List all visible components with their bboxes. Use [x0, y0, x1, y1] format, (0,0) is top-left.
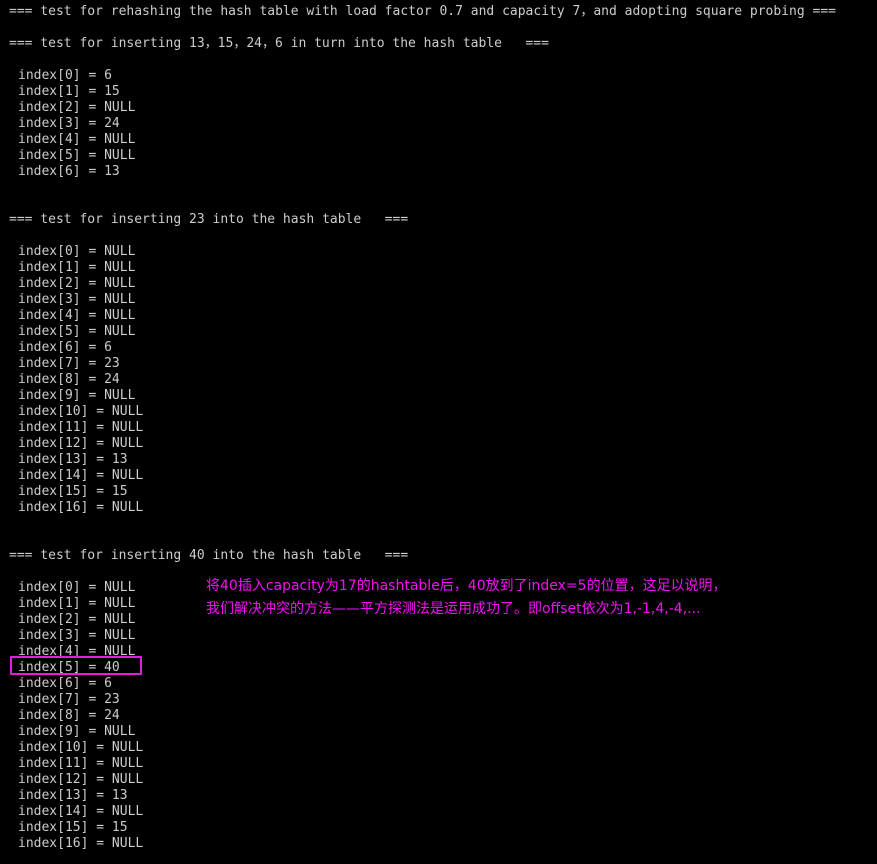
index-entry: index[13] = 13: [18, 788, 128, 803]
section-header-rehash: === test for rehashing the hash table wi…: [9, 4, 836, 19]
index-entry: index[14] = NULL: [18, 804, 144, 819]
index-entry: index[11] = NULL: [18, 420, 144, 435]
index-entry: index[7] = 23: [18, 692, 120, 707]
hash-table-dump-after-23: index[0] = NULL index[1] = NULL index[2] =…: [18, 244, 143, 516]
index-entry: index[10] = NULL: [18, 404, 144, 419]
index-entry: index[6] = 6: [18, 676, 112, 691]
index-entry: index[4] = NULL: [18, 308, 136, 323]
index-entry: index[5] = NULL: [18, 324, 136, 339]
annotation-line-2: 我们解决冲突的方法——平方探测法是运用成功了。即offset依次为1,-1,4,…: [206, 601, 701, 617]
index-entry: index[9] = NULL: [18, 724, 136, 739]
index-entry: index[3] = NULL: [18, 628, 136, 643]
index-entry: index[16] = NULL: [18, 836, 144, 851]
index-entry: index[0] = NULL: [18, 244, 136, 259]
index-entry: index[3] = 24: [18, 116, 120, 131]
index-entry: index[8] = 24: [18, 372, 120, 387]
index-entry: index[1] = NULL: [18, 596, 136, 611]
index-entry: index[10] = NULL: [18, 740, 144, 755]
index-entry: index[5] = NULL: [18, 148, 136, 163]
index-entry: index[15] = 15: [18, 484, 128, 499]
index-entry: index[12] = NULL: [18, 436, 144, 451]
index-entry: index[6] = 13: [18, 164, 120, 179]
index-entry: index[15] = 15: [18, 820, 128, 835]
index-entry: index[8] = 24: [18, 708, 120, 723]
section-header-insert-23: === test for inserting 23 into the hash …: [9, 212, 409, 227]
index-entry: index[1] = 15: [18, 84, 120, 99]
index-entry: index[14] = NULL: [18, 468, 144, 483]
index-entry: index[4] = NULL: [18, 644, 136, 659]
index-entry: index[6] = 6: [18, 340, 112, 355]
index-entry: index[2] = NULL: [18, 612, 136, 627]
index-entry: index[16] = NULL: [18, 500, 144, 515]
index-entry: index[0] = 6: [18, 68, 112, 83]
index-entry: index[5] = 40: [18, 660, 120, 675]
index-entry: index[1] = NULL: [18, 260, 136, 275]
index-entry: index[9] = NULL: [18, 388, 136, 403]
index-entry: index[3] = NULL: [18, 292, 136, 307]
section-header-insert-40: === test for inserting 40 into the hash …: [9, 548, 409, 563]
index-entry: index[11] = NULL: [18, 756, 144, 771]
index-entry: index[0] = NULL: [18, 580, 136, 595]
annotation-line-1: 将40插入capacity为17的hashtable后，40放到了index=5…: [206, 578, 727, 594]
index-entry: index[4] = NULL: [18, 132, 136, 147]
index-entry: index[12] = NULL: [18, 772, 144, 787]
index-entry: index[2] = NULL: [18, 276, 136, 291]
section-header-insert-batch: === test for inserting 13，15，24，6 in tur…: [9, 36, 549, 51]
index-entry: index[2] = NULL: [18, 100, 136, 115]
hash-table-dump-after-40: index[0] = NULL index[1] = NULL index[2] =…: [18, 580, 143, 852]
annotation-note: 将40插入capacity为17的hashtable后，40放到了index=5…: [206, 575, 877, 621]
terminal-output: === test for rehashing the hash table wi…: [0, 0, 877, 864]
index-entry: index[7] = 23: [18, 356, 120, 371]
index-entry: index[13] = 13: [18, 452, 128, 467]
hash-table-dump-initial: index[0] = 6 index[1] = 15 index[2] = NULL…: [18, 68, 135, 180]
